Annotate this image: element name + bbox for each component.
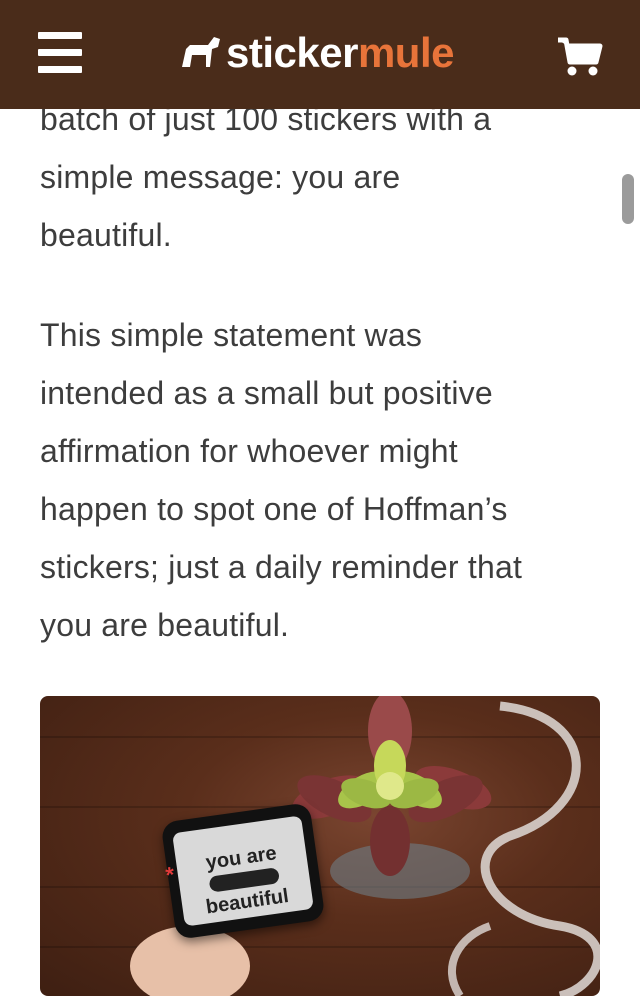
paragraph-line: This simple statement was — [40, 317, 423, 353]
paragraph-line: beautiful. — [40, 217, 172, 253]
page-scrollbar[interactable] — [622, 174, 634, 224]
paragraph-line: happen to spot one of Hoffman’s — [40, 491, 508, 527]
succulent-plant-illustration — [130, 696, 600, 996]
logo-text-sticker: sticker — [226, 29, 358, 76]
sticker-line-2: beautiful — [204, 885, 291, 919]
paragraph-line: affirmation for whoever might — [40, 433, 458, 469]
you-are-beautiful-sticker: you are beautiful * — [160, 802, 326, 940]
paragraph-line: you are beautiful. — [40, 607, 290, 643]
paragraph-line: simple message: you are — [40, 159, 401, 195]
logo-text-mule: mule — [357, 29, 455, 76]
site-header: sticker mule — [0, 0, 640, 109]
paragraph-line: intended as a small but positive — [40, 375, 493, 411]
cassette-label: you are beautiful — [172, 815, 314, 927]
article-body: batch of just 100 stickers with a simple… — [40, 90, 600, 654]
article-hero-image — [40, 696, 600, 996]
stickermule-logo[interactable]: sticker mule — [178, 28, 454, 78]
paragraph-line: stickers; just a daily reminder that — [40, 549, 523, 585]
paragraph-1: batch of just 100 stickers with a simple… — [40, 90, 600, 264]
hamburger-menu-icon[interactable] — [38, 32, 82, 74]
shopping-cart-icon[interactable] — [556, 36, 604, 78]
paragraph-2: This simple statement was intended as a … — [40, 306, 600, 654]
mule-logo-icon — [182, 37, 220, 67]
